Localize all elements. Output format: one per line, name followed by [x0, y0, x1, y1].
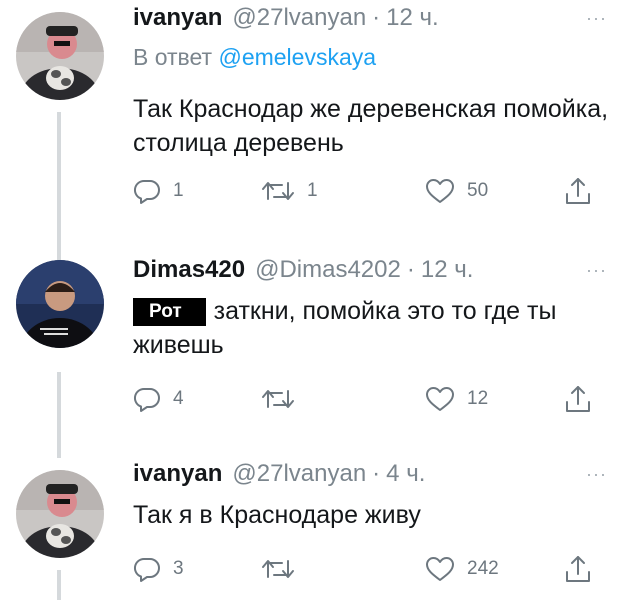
retweet-icon [261, 385, 295, 413]
timestamp[interactable]: 4 ч. [386, 460, 425, 488]
tweet-text: Так я в Краснодаре живу [133, 501, 421, 529]
like-button[interactable]: 12 [425, 384, 488, 414]
timestamp[interactable]: 12 ч. [421, 256, 474, 284]
reply-icon [133, 177, 161, 205]
reply-to: В ответ @emelevskaya [133, 44, 376, 71]
like-count: 242 [467, 558, 499, 579]
more-icon[interactable]: ··· [586, 260, 607, 281]
reply-button[interactable]: 3 [133, 554, 184, 584]
like-count: 12 [467, 388, 489, 409]
like-button[interactable]: 50 [425, 176, 488, 206]
reply-count: 4 [173, 388, 184, 409]
tweet-header: ivanyan @27lvanyan · 12 ч. [133, 4, 439, 34]
action-bar: 1 1 50 [133, 176, 613, 206]
reply-icon [133, 385, 161, 413]
separator: · [406, 256, 415, 283]
like-icon [425, 385, 455, 413]
reply-count: 3 [173, 558, 184, 579]
share-button[interactable] [563, 176, 593, 206]
share-icon [563, 554, 593, 584]
display-name[interactable]: ivanyan [133, 4, 222, 32]
retweet-icon [261, 177, 295, 205]
reply-button[interactable]: 1 [133, 176, 184, 206]
retweet-button[interactable] [261, 554, 307, 584]
tweet-text: Рот заткни, помойка это то где ты живешь [133, 294, 613, 362]
tweet-text: Так Краснодар же деревенская помойка, ст… [133, 95, 609, 157]
tweet[interactable]: ivanyan @27lvanyan · 4 ч. ··· Так я в Кр… [0, 456, 640, 600]
reply-button[interactable]: 4 [133, 384, 184, 414]
like-button[interactable]: 242 [425, 554, 499, 584]
share-icon [563, 176, 593, 206]
user-handle[interactable]: @Dimas4202 [255, 256, 401, 284]
retweet-icon [261, 555, 295, 583]
retweet-button[interactable] [261, 384, 307, 414]
separator: · [372, 4, 381, 31]
tweet-header: ivanyan @27lvanyan · 4 ч. [133, 460, 425, 490]
reply-icon [133, 555, 161, 583]
user-handle[interactable]: @27lvanyan [232, 460, 366, 488]
tweet[interactable]: Dimas420 @Dimas4202 · 12 ч. ··· Рот заткн… [0, 250, 640, 450]
display-name[interactable]: ivanyan [133, 460, 222, 488]
action-bar: 3 242 [133, 554, 613, 584]
retweet-count: 1 [307, 180, 318, 201]
tweet-header: Dimas420 @Dimas4202 · 12 ч. [133, 256, 473, 286]
share-button[interactable] [563, 384, 593, 414]
avatar[interactable] [16, 12, 104, 100]
like-icon [425, 555, 455, 583]
reply-count: 1 [173, 180, 184, 201]
display-name[interactable]: Dimas420 [133, 256, 245, 284]
retweet-button[interactable]: 1 [261, 176, 318, 206]
separator: · [372, 460, 381, 487]
reply-mention[interactable]: @emelevskaya [218, 44, 376, 70]
share-button[interactable] [563, 554, 593, 584]
more-icon[interactable]: ··· [586, 8, 607, 29]
like-icon [425, 177, 455, 205]
share-icon [563, 384, 593, 414]
more-icon[interactable]: ··· [586, 464, 607, 485]
tweet[interactable]: ivanyan @27lvanyan · 12 ч. ··· В ответ @… [0, 0, 640, 240]
redacted-label: Рот [133, 298, 206, 326]
user-handle[interactable]: @27lvanyan [232, 4, 366, 32]
avatar[interactable] [16, 260, 104, 348]
reply-to-prefix: В ответ [133, 44, 213, 70]
timestamp[interactable]: 12 ч. [386, 4, 439, 32]
action-bar: 4 12 [133, 384, 613, 414]
like-count: 50 [467, 180, 489, 201]
avatar[interactable] [16, 470, 104, 558]
